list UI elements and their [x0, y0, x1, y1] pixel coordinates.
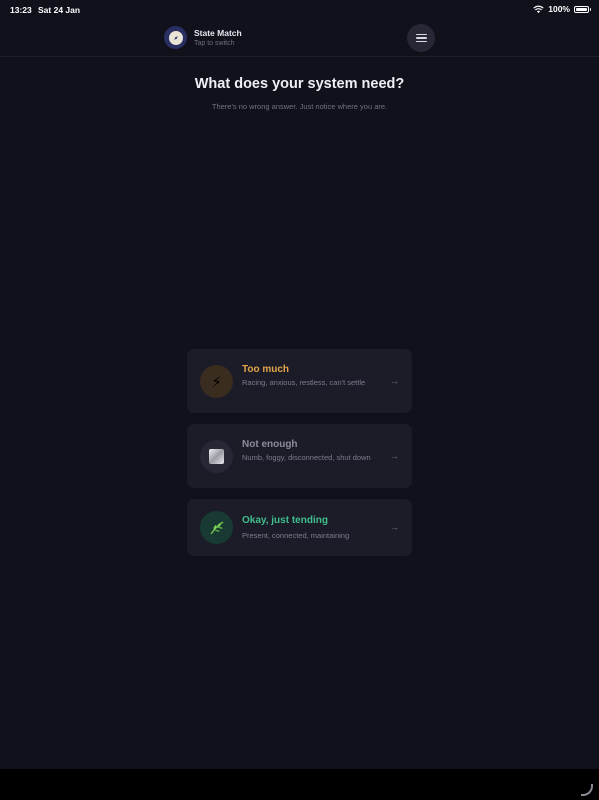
lightning-icon: ⚡: [200, 365, 233, 398]
hamburger-menu-icon: [415, 33, 427, 35]
home-indicator-area: [0, 769, 599, 800]
option-too-much[interactable]: ⚡ Too much Racing, anxious, restless, ca…: [187, 349, 412, 413]
menu-button[interactable]: [407, 24, 435, 52]
status-time: 13:23: [10, 5, 32, 15]
option-title: Okay, just tending: [242, 515, 328, 526]
app-switcher-text: State Match Tap to switch: [194, 28, 242, 48]
wifi-icon: [533, 5, 544, 13]
arrow-right-icon: →: [390, 451, 399, 461]
compass-needle-icon: [173, 35, 178, 40]
option-not-enough[interactable]: Not enough Numb, foggy, disconnected, sh…: [187, 424, 412, 488]
page-subtitle: There's no wrong answer. Just notice whe…: [211, 102, 388, 111]
option-description: Present, connected, maintaining: [242, 531, 350, 540]
status-indicators: 100%: [533, 4, 591, 14]
option-description: Racing, anxious, restless, can't settle: [242, 378, 366, 387]
arrow-right-icon: →: [390, 376, 399, 386]
option-okay-just-tending[interactable]: Okay, just tending Present, connected, m…: [187, 499, 412, 556]
page-title: What does your system need?: [194, 76, 405, 92]
status-bar: 13:23 Sat 24 Jan 100%: [0, 0, 599, 20]
resize-handle-icon[interactable]: [581, 784, 593, 796]
compass-icon: [164, 26, 187, 49]
app-subtitle: Tap to switch: [194, 39, 235, 47]
fog-icon: [200, 440, 233, 473]
app-title: State Match: [194, 27, 242, 38]
battery-icon: [574, 5, 591, 13]
app-switcher[interactable]: State Match Tap to switch: [164, 26, 242, 49]
arrow-right-icon: →: [390, 522, 399, 532]
option-title: Not enough: [242, 439, 298, 450]
option-description: Numb, foggy, disconnected, shut down: [242, 453, 371, 462]
battery-percent: 100%: [548, 4, 570, 14]
app-header: State Match Tap to switch: [0, 20, 599, 57]
leaf-icon: [200, 511, 233, 544]
app-screen: 13:23 Sat 24 Jan 100% State Match Tap to…: [0, 0, 599, 769]
option-title: Too much: [242, 364, 290, 375]
status-date: Sat 24 Jan: [38, 5, 81, 15]
